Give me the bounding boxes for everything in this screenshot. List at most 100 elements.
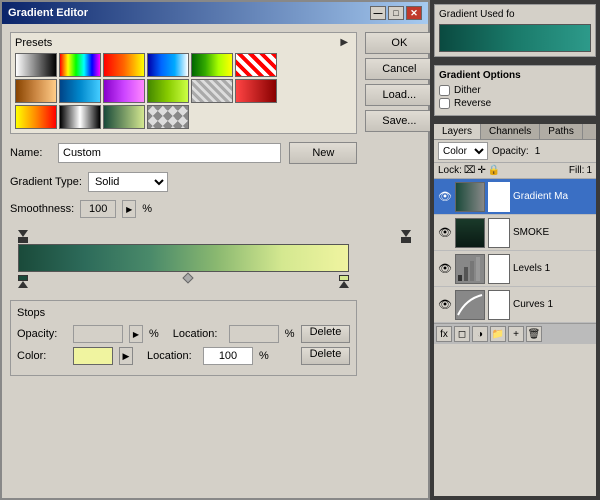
gradient-type-label: Gradient Type: xyxy=(10,176,82,188)
layer-eye-curves[interactable]: 👁 xyxy=(438,298,452,312)
preset-item[interactable] xyxy=(103,53,145,77)
preset-item[interactable] xyxy=(147,105,189,129)
preset-item[interactable] xyxy=(191,79,233,103)
opacity-stop-right[interactable] xyxy=(401,230,411,243)
opacity-field-label: Opacity: xyxy=(17,328,67,340)
color-stop-right[interactable] xyxy=(339,275,349,288)
lock-move-icon[interactable]: ✛ xyxy=(477,165,485,176)
preset-item[interactable] xyxy=(59,105,101,129)
gradient-type-select[interactable]: Solid Noise xyxy=(88,172,168,192)
layer-eye-smoke[interactable]: 👁 xyxy=(438,226,452,240)
adjustment-layer-button[interactable]: ◑ xyxy=(472,326,488,342)
color-swatch[interactable] xyxy=(73,347,113,365)
location-label-2: Location: xyxy=(147,350,197,362)
color-stops-row xyxy=(18,272,349,288)
preset-item[interactable] xyxy=(103,79,145,103)
layers-tabs: Layers Channels Paths xyxy=(434,124,596,140)
layer-item-gradient-mask[interactable]: 👁 Gradient Ma xyxy=(434,179,596,215)
opacity-arrow[interactable]: ▶ xyxy=(129,325,143,343)
save-button[interactable]: Save... xyxy=(365,110,433,132)
action-buttons: OK Cancel Load... Save... xyxy=(365,32,433,490)
preset-item[interactable] xyxy=(59,79,101,103)
lock-label: Lock: xyxy=(438,165,462,176)
loc-percent-1: % xyxy=(285,328,295,340)
preset-item[interactable] xyxy=(191,53,233,77)
smoothness-arrow[interactable]: ▶ xyxy=(122,200,136,218)
layer-name-smoke: SMOKE xyxy=(513,227,592,238)
tab-layers[interactable]: Layers xyxy=(434,124,481,139)
smoothness-input[interactable] xyxy=(80,200,116,218)
window-title: Gradient Editor xyxy=(8,7,88,19)
opacity-value-input[interactable] xyxy=(73,325,123,343)
dither-label: Dither xyxy=(454,85,481,96)
presets-box: Presets ▶ xyxy=(10,32,357,134)
layer-thumb-levels xyxy=(455,254,485,284)
blend-mode-select[interactable]: Color Normal xyxy=(438,142,488,160)
lock-paint-icon[interactable]: ⌧ xyxy=(464,165,476,176)
close-button[interactable]: ✕ xyxy=(406,6,422,20)
layer-name-curves: Curves 1 xyxy=(513,299,592,310)
color-row: Color: ▶ Location: % Delete xyxy=(17,347,350,365)
layer-thumb-curves xyxy=(455,290,485,320)
loc-percent-2: % xyxy=(259,350,269,362)
new-layer-button[interactable]: + xyxy=(508,326,524,342)
minimize-button[interactable]: — xyxy=(370,6,386,20)
smoothness-label: Smoothness: xyxy=(10,203,74,215)
layer-mask-thumb-levels xyxy=(488,254,510,284)
preset-item[interactable] xyxy=(15,79,57,103)
presets-grid xyxy=(15,53,352,129)
opacity-location-input[interactable] xyxy=(229,325,279,343)
layers-panel: Layers Channels Paths Color Normal Opaci… xyxy=(434,124,596,496)
gradient-bar-container xyxy=(10,230,357,288)
name-label: Name: xyxy=(10,147,50,159)
delete-button-2[interactable]: Delete xyxy=(301,347,351,365)
layer-mask-thumb-curves xyxy=(488,290,510,320)
preset-item[interactable] xyxy=(147,79,189,103)
dither-row: Dither xyxy=(439,85,591,96)
layer-eye-gradient-mask[interactable]: 👁 xyxy=(438,190,452,204)
presets-arrow[interactable]: ▶ xyxy=(340,37,352,49)
color-location-input[interactable] xyxy=(203,347,253,365)
layer-mask-button[interactable]: ◻ xyxy=(454,326,470,342)
layer-mask-thumb-gradient-mask xyxy=(488,182,510,212)
reverse-checkbox[interactable] xyxy=(439,98,450,109)
preset-item[interactable] xyxy=(147,53,189,77)
preset-item[interactable] xyxy=(59,53,101,77)
load-button[interactable]: Load... xyxy=(365,84,433,106)
name-input[interactable] xyxy=(58,143,281,163)
opacity-value: 1 xyxy=(535,146,541,157)
tab-paths[interactable]: Paths xyxy=(540,124,583,139)
layer-item-smoke[interactable]: 👁 SMOKE xyxy=(434,215,596,251)
stops-title: Stops xyxy=(17,307,350,319)
stops-section: Stops Opacity: ▶ % Location: % Delete Co… xyxy=(10,300,357,376)
gradient-editor-window: Gradient Editor — □ ✕ Presets ▶ xyxy=(0,0,430,500)
reverse-row: Reverse xyxy=(439,98,591,109)
new-button[interactable]: New xyxy=(289,142,357,164)
maximize-button[interactable]: □ xyxy=(388,6,404,20)
cancel-button[interactable]: Cancel xyxy=(365,58,433,80)
new-group-button[interactable]: 📁 xyxy=(490,326,506,342)
delete-layer-button[interactable]: 🗑 xyxy=(526,326,542,342)
editor-body: Presets ▶ xyxy=(2,24,428,498)
delete-button-1[interactable]: Delete xyxy=(301,325,351,343)
lock-all-icon[interactable]: 🔒 xyxy=(488,165,500,176)
title-bar-buttons: — □ ✕ xyxy=(370,6,422,20)
preset-item[interactable] xyxy=(15,105,57,129)
opacity-stop-left[interactable] xyxy=(18,230,28,243)
preset-item[interactable] xyxy=(235,53,277,77)
smoothness-percent: % xyxy=(142,203,152,215)
midpoint-diamond[interactable] xyxy=(182,272,193,283)
preset-item[interactable] xyxy=(15,53,57,77)
color-arrow-btn[interactable]: ▶ xyxy=(119,347,133,365)
preset-item[interactable] xyxy=(103,105,145,129)
layer-item-levels[interactable]: 👁 Levels 1 xyxy=(434,251,596,287)
color-stop-left[interactable] xyxy=(18,275,28,288)
gradient-bar[interactable] xyxy=(18,244,349,272)
layer-item-curves[interactable]: 👁 Curves 1 xyxy=(434,287,596,323)
preset-item[interactable] xyxy=(235,79,277,103)
dither-checkbox[interactable] xyxy=(439,85,450,96)
tab-channels[interactable]: Channels xyxy=(481,124,540,139)
ok-button[interactable]: OK xyxy=(365,32,433,54)
layer-styles-button[interactable]: fx xyxy=(436,326,452,342)
layer-eye-levels[interactable]: 👁 xyxy=(438,262,452,276)
